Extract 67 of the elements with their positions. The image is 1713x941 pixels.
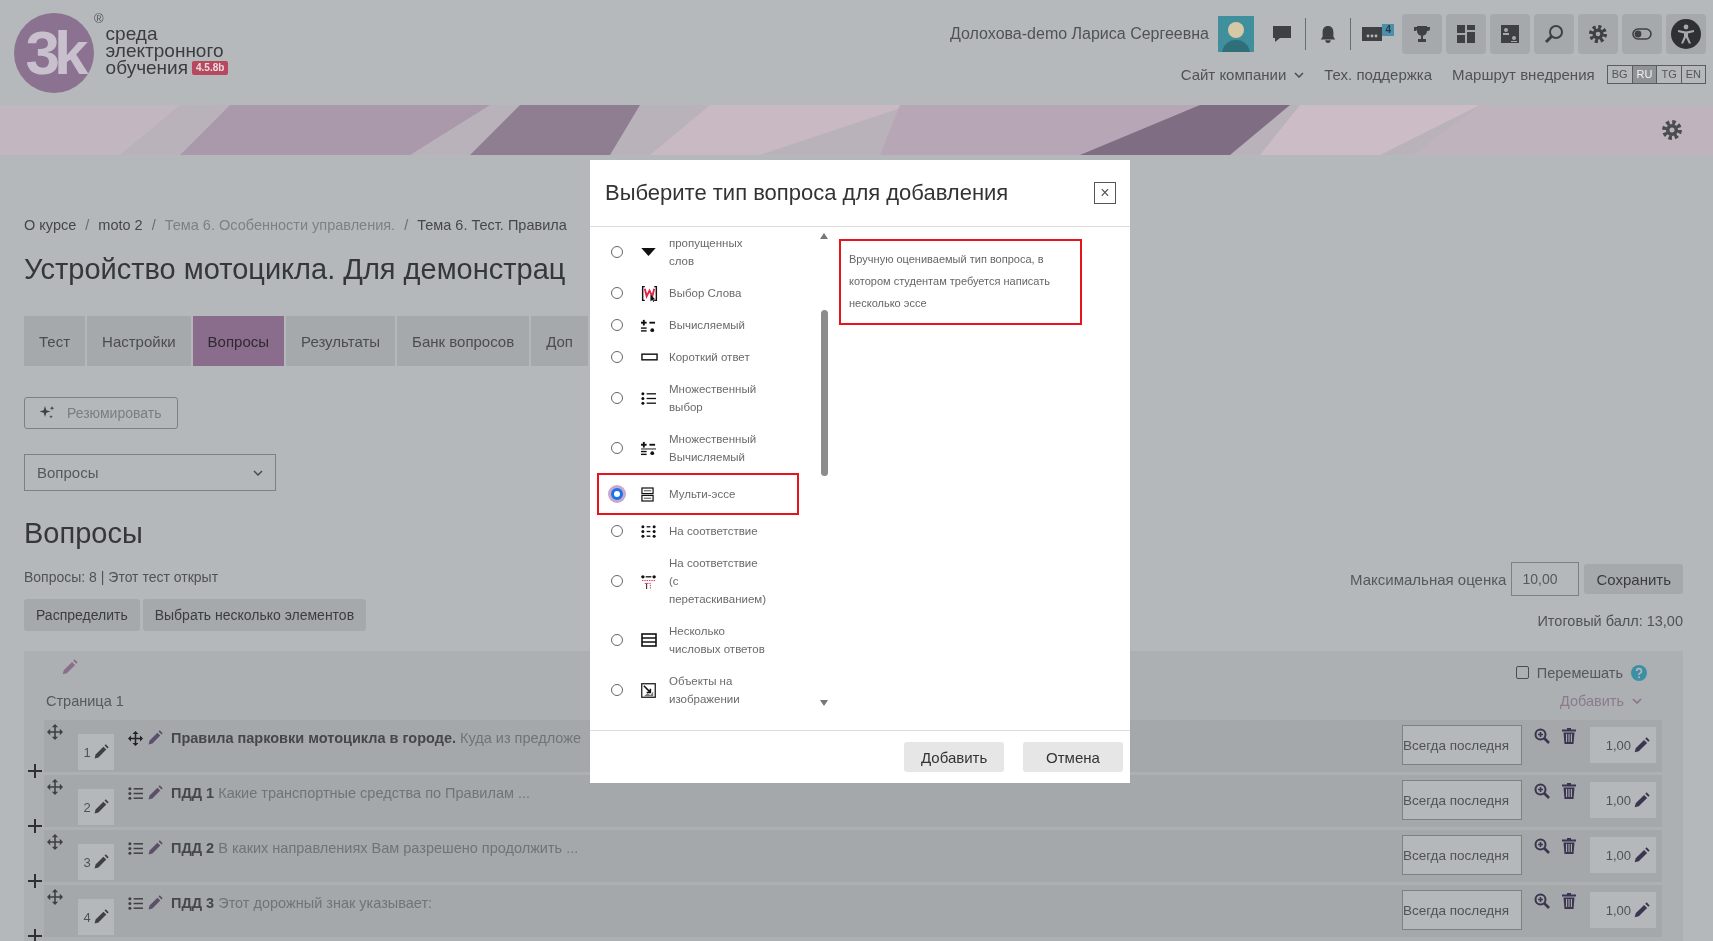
tab[interactable]: Банк вопросов [397,316,530,366]
question-number: 3 [78,844,114,880]
language-option[interactable]: EN [1680,66,1705,83]
save-button[interactable]: Сохранить [1584,564,1683,594]
max-grade-label: Максимальная оценка [1350,570,1507,588]
user-name[interactable]: Долохова-demo Лариса Сергеевна [950,25,1209,43]
question-mark[interactable]: 1,00 [1590,892,1656,928]
question-mark[interactable]: 1,00 [1590,782,1656,818]
tab[interactable]: Тест [24,316,86,366]
dialog-button[interactable]: Отмена [1023,742,1123,772]
position-field[interactable]: Всегда последня [1402,780,1522,820]
tab[interactable]: Доп [531,316,588,366]
breadcrumb-separator: / [151,216,156,235]
question-number: 1 [78,734,114,770]
page-label: Страница 1 [46,693,124,709]
question-type-option[interactable]: Объекты на изображении [597,665,799,715]
language-option[interactable]: TG [1656,66,1681,83]
shuffle-label: Перемешать [1536,664,1623,681]
dialog-button[interactable]: Добавить [904,742,1004,772]
action-button[interactable]: Распределить [24,599,140,631]
position-field[interactable]: Всегда последня [1402,890,1522,930]
version-badge: 4.5.8b [192,60,229,75]
question-type-option[interactable]: Несколько числовых ответов [597,615,799,665]
breadcrumb-link[interactable]: Тема 6. Тест. Правила [417,215,567,235]
close-button[interactable]: × [1094,182,1116,204]
position-field[interactable]: Всегда последня [1402,835,1522,875]
breadcrumb-separator: / [85,216,90,235]
language-option[interactable]: RU [1631,66,1657,83]
breadcrumb-link[interactable]: О курсе [24,215,77,235]
dialog-title: Выберите тип вопроса для добавления [605,180,1009,206]
tab[interactable]: Вопросы [192,316,285,366]
logo-text: среда [105,25,158,42]
question-number: 4 [78,899,114,935]
question-type-option[interactable]: Множественный выбор [597,373,799,423]
breadcrumb-link[interactable]: moto 2 [98,215,143,235]
total-score: Итоговый балл: 13,00 [1537,612,1683,631]
nav-link[interactable]: Маршрут внедрения [1452,66,1595,83]
page-title: Устройство мотоцикла. Для демонстрац [24,252,566,287]
registered-mark: ® [94,11,104,26]
question-mark[interactable]: 1,00 [1590,727,1656,763]
logo-text: обучения [105,59,188,76]
language-option[interactable]: BG [1607,66,1632,83]
nav-link[interactable]: Тех. поддержка [1324,66,1433,83]
question-type-option[interactable]: Вычисляемый [597,309,799,341]
logo-mark[interactable]: 3k [14,13,94,93]
question-type-option[interactable]: Множественный Вычисляемый [597,423,799,473]
action-button[interactable]: Выбрать несколько элементов [142,599,367,631]
breadcrumb-separator: / [404,216,409,235]
question-type-option[interactable]: пропущенных слов [597,227,799,277]
question-mark[interactable]: 1,00 [1590,837,1656,873]
summarize-button[interactable]: Резюмировать [24,397,179,429]
question-type-option[interactable]: Выбор Слова [597,277,799,309]
question-type-option[interactable]: На соответствие [597,515,799,547]
question-number: 2 [78,789,114,825]
nav-link[interactable]: Сайт компании [1180,66,1305,83]
section-title: Вопросы [24,516,143,551]
max-grade-field[interactable]: 10,00 [1511,562,1580,596]
type-description: Вручную оцениваемый тип вопроса, в котором студентам требуется написать несколько эссе [839,239,1082,325]
notification-badge: 4 [1382,24,1394,36]
quiz-info: Вопросы: 8 | Этот тест открыт [24,568,220,587]
position-field[interactable]: Всегда последня [1402,725,1522,765]
tab[interactable]: Результаты [286,316,396,366]
question-type-option[interactable]: Мульти-эссе [597,473,799,515]
question-type-option[interactable]: Короткий ответ [597,341,799,373]
question-type-option[interactable]: На соответствие (с перетаскиванием) [597,547,799,615]
tab[interactable]: Настройки [87,316,191,366]
view-select[interactable]: Вопросы [24,454,276,491]
